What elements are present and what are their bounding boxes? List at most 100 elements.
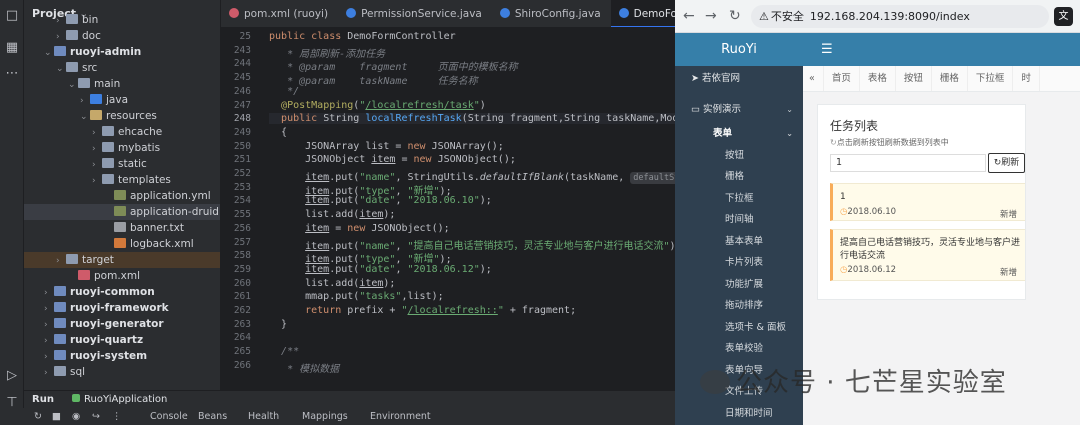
more-icon[interactable]: ⋮ xyxy=(112,408,122,425)
tree-item[interactable]: › sql xyxy=(24,364,220,380)
tree-item[interactable]: › bin xyxy=(24,12,220,28)
translate-button[interactable]: 文 xyxy=(1054,7,1073,26)
back-icon[interactable]: ← xyxy=(683,8,695,24)
page-tab[interactable]: 表格 xyxy=(860,66,896,91)
tool-environment[interactable]: Environment xyxy=(370,408,431,425)
page-tab[interactable]: 按钮 xyxy=(896,66,932,91)
chevron-icon[interactable]: › xyxy=(92,125,102,141)
forward-icon[interactable]: → xyxy=(705,8,717,24)
tree-item[interactable]: pom.xml xyxy=(24,268,220,284)
more-icon[interactable]: ⋯ xyxy=(4,66,20,82)
chevron-icon[interactable]: › xyxy=(92,157,102,173)
sidebar-item[interactable]: ➤ 若依官网 xyxy=(675,68,803,90)
chevron-icon[interactable]: › xyxy=(44,285,54,301)
not-secure-badge[interactable]: 不安全 xyxy=(759,10,804,23)
sidebar-item[interactable]: 时间轴 xyxy=(675,209,803,231)
code-line[interactable]: list.add(item); xyxy=(269,209,395,220)
sidebar-item[interactable]: 栅格 xyxy=(675,166,803,188)
tree-item[interactable]: › mybatis xyxy=(24,140,220,156)
menu-toggle-icon[interactable]: ☰ xyxy=(821,42,833,57)
editor-tab[interactable]: PermissionService.java xyxy=(338,0,492,27)
sidebar-item[interactable]: 基本表单 xyxy=(675,231,803,253)
tool-console[interactable]: Console xyxy=(150,408,188,425)
reload-icon[interactable]: ↻ xyxy=(729,8,741,24)
tabs-scroll-left-icon[interactable]: « xyxy=(803,66,824,91)
page-tab[interactable]: 首页 xyxy=(824,66,860,91)
tree-item[interactable]: › ruoyi-generator xyxy=(24,316,220,333)
editor-tab[interactable]: pom.xml (ruoyi) xyxy=(221,0,338,27)
url-field[interactable]: 不安全 192.168.204.139:8090/index xyxy=(751,5,1049,28)
chevron-icon[interactable]: › xyxy=(92,173,102,189)
page-tab[interactable]: 下拉框 xyxy=(968,66,1014,91)
tree-item[interactable]: › templates xyxy=(24,172,220,189)
refresh-button[interactable]: ↻刷新 xyxy=(988,153,1025,173)
folder-icon[interactable]: □ xyxy=(4,8,20,24)
chevron-icon[interactable]: › xyxy=(44,333,54,349)
chevron-icon[interactable]: › xyxy=(56,253,66,269)
code-line[interactable]: } xyxy=(269,319,287,330)
chevron-icon[interactable]: ⌄ xyxy=(80,109,90,125)
chevron-icon[interactable]: › xyxy=(44,301,54,317)
code-line[interactable]: list.add(item); xyxy=(269,278,395,289)
code-line[interactable]: public String localRefreshTask(String fr… xyxy=(269,113,675,125)
tree-item[interactable]: › java xyxy=(24,92,220,109)
tree-item[interactable]: › ruoyi-common xyxy=(24,284,220,301)
tree-item[interactable]: ⌄ src xyxy=(24,60,220,77)
stop-square-icon[interactable]: ■ xyxy=(52,408,61,425)
code-line[interactable]: JSONArray list = new JSONArray(); xyxy=(269,141,504,152)
sidebar-item[interactable]: 拖动排序 xyxy=(675,295,803,317)
editor-tab[interactable]: DemoFormController.java xyxy=(610,0,675,27)
code-line[interactable]: mmap.put("tasks",list); xyxy=(269,291,444,302)
sidebar-item[interactable]: 日期和时间 xyxy=(675,403,803,425)
chevron-icon[interactable]: › xyxy=(56,29,66,45)
tool-mappings[interactable]: Mappings xyxy=(302,408,348,425)
code-line[interactable]: * 模拟数据 xyxy=(269,360,339,375)
chevron-icon[interactable]: › xyxy=(80,93,90,109)
code-line[interactable]: @PostMapping("/localrefresh/task") xyxy=(269,100,486,111)
code-line[interactable]: public class DemoFormController xyxy=(269,31,456,42)
tree-item[interactable]: ⌄ ruoyi-admin xyxy=(24,44,220,61)
page-tab[interactable]: 时 xyxy=(1013,66,1040,91)
ruoyi-logo[interactable]: RuoYi xyxy=(675,33,803,66)
code-line[interactable]: item.put("date", "2018.06.10"); xyxy=(269,195,492,206)
sidebar-item[interactable]: ▭ 实例演示 ⌄ xyxy=(675,99,803,121)
tree-item[interactable]: application-druid.yml xyxy=(24,204,220,220)
chevron-icon[interactable]: ⌄ xyxy=(56,61,66,77)
sidebar-item[interactable]: 下拉框 xyxy=(675,188,803,210)
tree-item[interactable]: › doc xyxy=(24,28,220,45)
tree-item[interactable]: › ruoyi-system xyxy=(24,348,220,364)
tool-health[interactable]: Health xyxy=(248,408,279,425)
chevron-icon[interactable]: ⌄ xyxy=(68,77,78,93)
tree-item[interactable]: › ehcache xyxy=(24,124,220,141)
tree-item[interactable]: ⌄ main xyxy=(24,76,220,93)
tree-item[interactable]: application.yml xyxy=(24,188,220,204)
tree-item[interactable]: logback.xml xyxy=(24,236,220,252)
page-tab[interactable]: 栅格 xyxy=(932,66,968,91)
code-line[interactable]: { xyxy=(269,127,287,138)
sidebar-item[interactable]: 按钮 xyxy=(675,145,803,167)
stop-icon[interactable]: ↻ xyxy=(34,408,42,425)
code-line[interactable]: /** xyxy=(269,346,299,357)
export-icon[interactable]: ↪ xyxy=(92,408,100,425)
code-line[interactable]: item = new JSONObject(); xyxy=(269,223,450,234)
chevron-icon[interactable]: › xyxy=(44,317,54,333)
editor-tab[interactable]: ShiroConfig.java xyxy=(492,0,611,27)
sidebar-item[interactable]: 卡片列表 xyxy=(675,252,803,274)
sidebar-item[interactable]: 功能扩展 xyxy=(675,274,803,296)
chevron-icon[interactable]: ⌄ xyxy=(44,45,54,61)
tree-item[interactable]: › ruoyi-quartz xyxy=(24,332,220,349)
code-line[interactable]: JSONObject item = new JSONObject(); xyxy=(269,154,516,165)
tree-item[interactable]: › static xyxy=(24,156,220,173)
sidebar-item[interactable]: 表单校验 xyxy=(675,338,803,360)
tree-item[interactable]: › ruoyi-framework xyxy=(24,300,220,317)
task-name-input[interactable]: 1 xyxy=(830,154,986,172)
code-line[interactable]: return prefix + "/localrefresh::" + frag… xyxy=(269,305,576,316)
tree-item[interactable]: banner.txt xyxy=(24,220,220,236)
tree-item[interactable]: › target xyxy=(24,252,220,269)
tool-beans[interactable]: Beans xyxy=(198,408,227,425)
code-line[interactable]: * @param taskName 任务名称 xyxy=(269,72,478,87)
sidebar-item[interactable]: 选项卡 & 面板 xyxy=(675,317,803,339)
tree-item[interactable]: ⌄ resources xyxy=(24,108,220,125)
run-icon[interactable]: ▷ xyxy=(4,368,20,384)
code-editor[interactable]: public class DemoFormController * 局部刷新-添… xyxy=(269,28,675,385)
